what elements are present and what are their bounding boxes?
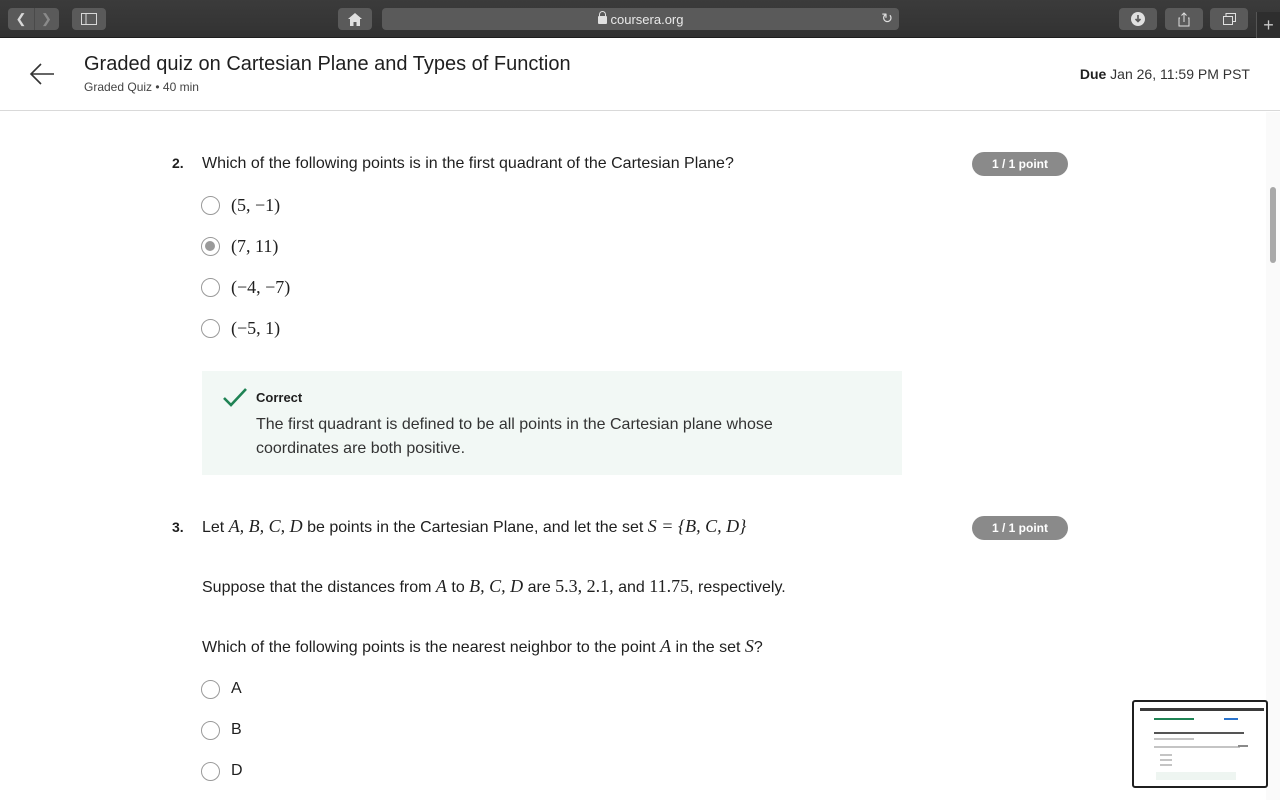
radio-button[interactable] xyxy=(201,318,220,338)
text-segment: ? xyxy=(753,639,763,656)
option-label: (−5, 1) xyxy=(231,317,281,338)
radio-button[interactable] xyxy=(201,195,220,215)
radio-button[interactable] xyxy=(201,679,220,699)
sidebar-toggle-button[interactable] xyxy=(72,8,106,30)
radio-button-selected[interactable] xyxy=(201,236,220,256)
quiz-content: 2. Which of the following points is in t… xyxy=(0,112,1266,800)
answer-option[interactable]: (−5, 1) xyxy=(201,316,280,340)
radio-button[interactable] xyxy=(201,277,220,297)
math-var: A xyxy=(435,576,447,596)
math-var: A xyxy=(660,636,672,656)
due-date: Due Jan 26, 11:59 PM PST xyxy=(1080,66,1250,82)
tab-overview-button[interactable] xyxy=(1210,8,1248,30)
tabs-icon xyxy=(1222,13,1236,25)
browser-toolbar: ❮ ❯ coursera.org ↻ + xyxy=(0,0,1280,38)
math-set: S = {B, C, D} xyxy=(647,516,747,536)
answer-option[interactable]: (5, −1) xyxy=(201,193,280,217)
sidebar-icon xyxy=(81,13,97,25)
quiz-subtitle: Graded Quiz • 40 min xyxy=(84,80,199,94)
math-points: A, B, C, D xyxy=(228,516,303,536)
due-label: Due xyxy=(1079,66,1107,82)
answer-option[interactable]: A xyxy=(201,677,242,701)
option-label: A xyxy=(231,680,242,697)
math-values: 5.3, 2.1, xyxy=(555,576,614,596)
share-icon xyxy=(1178,11,1190,26)
reload-icon[interactable]: ↻ xyxy=(881,10,893,27)
question-text-line: Which of the following points is the nea… xyxy=(202,636,763,657)
question-number: 3. xyxy=(172,519,184,535)
text-segment: Which of the following points is the nea… xyxy=(202,639,661,656)
radio-button[interactable] xyxy=(201,720,220,740)
forward-nav-icon[interactable]: ❯ xyxy=(33,8,59,30)
scrollbar-thumb[interactable] xyxy=(1270,187,1276,263)
option-label: B xyxy=(231,721,242,738)
text-segment: be points in the Cartesian Plane, and le… xyxy=(302,519,648,536)
text-segment: , respectively. xyxy=(689,579,786,596)
due-value: Jan 26, 11:59 PM PST xyxy=(1110,66,1250,82)
address-bar[interactable]: coursera.org ↻ xyxy=(382,8,899,30)
question-text-line: Suppose that the distances from A to B, … xyxy=(202,576,786,597)
question-text: Which of the following points is in the … xyxy=(202,155,734,172)
answer-option[interactable]: B xyxy=(201,718,242,742)
downloads-button[interactable] xyxy=(1119,8,1157,30)
text-segment: to xyxy=(446,579,470,596)
new-tab-button[interactable]: + xyxy=(1256,12,1280,38)
math-var: S xyxy=(744,636,754,656)
question-number: 2. xyxy=(172,155,184,171)
option-label: (5, −1) xyxy=(231,194,281,215)
math-value: 11.75 xyxy=(649,576,690,596)
share-button[interactable] xyxy=(1165,8,1203,30)
text-segment: and xyxy=(613,579,650,596)
screenshot-thumbnail[interactable] xyxy=(1132,700,1268,788)
text-segment: Suppose that the distances from xyxy=(202,579,436,596)
answer-option-selected[interactable]: (7, 11) xyxy=(201,234,278,258)
home-button[interactable] xyxy=(338,8,372,30)
navigation-buttons: ❮ ❯ xyxy=(8,8,59,30)
points-badge: 1 / 1 point xyxy=(972,152,1068,176)
quiz-header: Graded quiz on Cartesian Plane and Types… xyxy=(0,38,1280,111)
feedback-box: Correct The first quadrant is defined to… xyxy=(202,371,902,475)
points-badge: 1 / 1 point xyxy=(972,516,1068,540)
text-segment: Let xyxy=(202,519,229,536)
page-title: Graded quiz on Cartesian Plane and Types… xyxy=(84,53,571,75)
lock-icon xyxy=(597,11,607,24)
checkmark-icon xyxy=(223,388,247,407)
option-label: D xyxy=(231,762,243,779)
home-icon xyxy=(348,12,362,26)
text-segment: in the set xyxy=(671,639,745,656)
option-label: (7, 11) xyxy=(231,235,279,256)
text-segment: are xyxy=(523,579,556,596)
question-text-line: Let A, B, C, D be points in the Cartesia… xyxy=(202,516,746,537)
feedback-title: Correct xyxy=(256,390,303,405)
back-arrow-icon[interactable] xyxy=(28,60,56,88)
scrollbar[interactable] xyxy=(1266,112,1280,800)
url-text: coursera.org xyxy=(610,11,684,27)
option-label: (−4, −7) xyxy=(231,276,291,297)
answer-option[interactable]: D xyxy=(201,759,243,783)
math-var: B, C, D xyxy=(469,576,524,596)
back-nav-icon[interactable]: ❮ xyxy=(9,8,34,30)
answer-option[interactable]: (−4, −7) xyxy=(201,275,290,299)
radio-button[interactable] xyxy=(201,761,220,781)
feedback-text: The first quadrant is defined to be all … xyxy=(256,416,773,457)
download-icon xyxy=(1131,12,1145,26)
